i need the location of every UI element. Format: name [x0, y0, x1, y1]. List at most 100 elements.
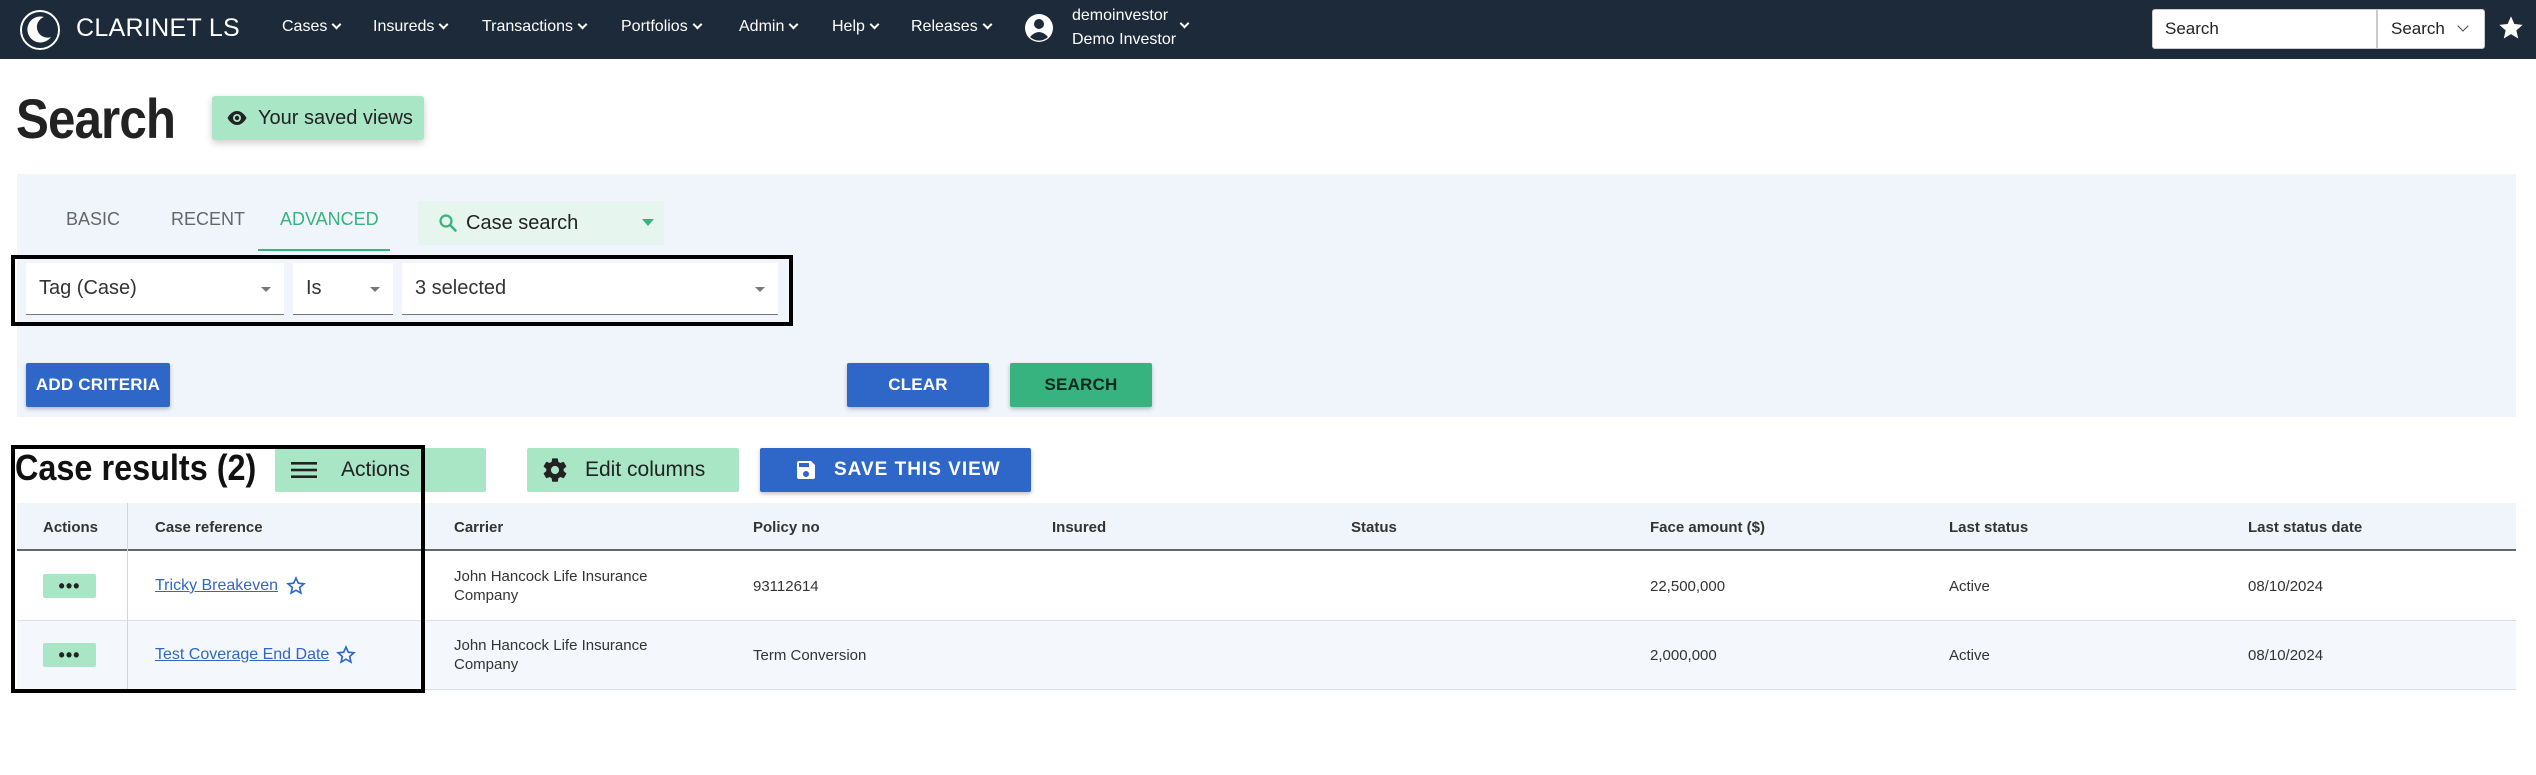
- face-amount-cell: 2,000,000: [1650, 647, 1717, 664]
- nav-menu-label: Portfolios: [621, 18, 688, 35]
- nav-menu-label: Insureds: [373, 18, 435, 35]
- brand-name[interactable]: CLARINET LS: [76, 14, 240, 43]
- carrier-line: Company: [454, 587, 519, 604]
- results-title: Case results (2): [15, 447, 257, 488]
- column-header-actions[interactable]: Actions: [43, 519, 98, 536]
- nav-menu-transactions[interactable]: Transactions: [482, 18, 588, 36]
- criteria-operator-select[interactable]: Is: [293, 263, 393, 315]
- eye-icon: [227, 111, 247, 125]
- chevron-down-icon: [869, 19, 880, 30]
- search-icon: [439, 214, 457, 232]
- add-criteria-button[interactable]: ADD CRITERIA: [26, 363, 170, 407]
- carrier-cell: John Hancock Life Insurance Company: [454, 636, 647, 674]
- nav-menu-portfolios[interactable]: Portfolios: [621, 18, 703, 36]
- saved-views-button[interactable]: Your saved views: [212, 96, 424, 140]
- chevron-down-icon[interactable]: [1179, 18, 1190, 29]
- tab-advanced[interactable]: ADVANCED: [280, 209, 379, 230]
- column-header-carrier[interactable]: Carrier: [454, 519, 503, 536]
- save-view-label: SAVE THIS VIEW: [834, 459, 1001, 480]
- saved-views-label: Your saved views: [258, 106, 413, 129]
- criteria-value-select[interactable]: 3 selected: [402, 263, 778, 315]
- nav-menu-releases[interactable]: Releases: [911, 18, 993, 36]
- column-header-last-status-date[interactable]: Last status date: [2248, 519, 2362, 536]
- user-display-name: Demo Investor: [1072, 31, 1177, 48]
- username: demoinvestor: [1072, 7, 1169, 24]
- tab-basic[interactable]: BASIC: [66, 209, 120, 230]
- page-title: Search: [16, 87, 176, 150]
- nav-menu-help[interactable]: Help: [832, 18, 880, 36]
- policy-no-cell: 93112614: [753, 578, 819, 595]
- caret-down-icon: [370, 287, 380, 292]
- nav-menu-label: Cases: [282, 18, 328, 35]
- column-divider: [127, 503, 128, 690]
- case-reference-link[interactable]: Tricky Breakeven: [155, 577, 278, 595]
- chevron-down-icon: [331, 19, 342, 30]
- save-icon: [797, 461, 815, 479]
- policy-no-cell: Term Conversion: [753, 647, 867, 664]
- global-search-button[interactable]: Search: [2377, 9, 2485, 49]
- chevron-down-icon: [2457, 20, 2469, 32]
- nav-menu-cases[interactable]: Cases: [282, 18, 342, 36]
- criteria-operator-value: Is: [306, 277, 322, 299]
- star-outline-icon[interactable]: [336, 645, 356, 665]
- column-header-insured[interactable]: Insured: [1052, 519, 1106, 536]
- face-amount-cell: 22,500,000: [1650, 578, 1726, 595]
- chevron-down-icon: [438, 19, 449, 30]
- last-status-date-cell: 08/10/2024: [2248, 578, 2324, 595]
- column-header-last-status[interactable]: Last status: [1949, 519, 2028, 536]
- chevron-down-icon: [982, 19, 993, 30]
- clear-button[interactable]: CLEAR: [847, 363, 989, 407]
- last-status-date-cell: 08/10/2024: [2248, 647, 2324, 664]
- case-reference-link[interactable]: Test Coverage End Date: [155, 646, 329, 664]
- bulk-actions-button[interactable]: Actions: [275, 448, 486, 492]
- chevron-down-icon: [577, 19, 588, 30]
- column-header-face-amount[interactable]: Face amount ($): [1650, 519, 1765, 536]
- top-navbar: CLARINET LS Cases Insureds Transactions …: [0, 0, 2536, 59]
- search-type-label: Case search: [466, 211, 579, 234]
- column-header-status[interactable]: Status: [1351, 519, 1397, 536]
- last-status-cell: Active: [1949, 647, 1990, 664]
- caret-down-icon: [755, 287, 765, 292]
- carrier-line: Company: [454, 656, 519, 673]
- criteria-field-select[interactable]: Tag (Case): [26, 263, 284, 315]
- active-tab-indicator: [258, 249, 390, 251]
- last-status-cell: Active: [1949, 578, 1990, 595]
- criteria-field-value: Tag (Case): [39, 277, 137, 299]
- edit-columns-button[interactable]: Edit columns: [527, 448, 739, 492]
- star-outline-icon[interactable]: [286, 576, 306, 596]
- nav-menu-admin[interactable]: Admin: [739, 18, 799, 36]
- row-actions-button[interactable]: •••: [43, 643, 96, 667]
- caret-down-icon: [642, 219, 654, 226]
- carrier-line: John Hancock Life Insurance: [454, 637, 648, 654]
- caret-down-icon: [261, 287, 271, 292]
- carrier-cell: John Hancock Life Insurance Company: [454, 567, 647, 605]
- row-actions-button[interactable]: •••: [43, 574, 96, 598]
- gear-icon: [543, 458, 567, 482]
- save-view-button[interactable]: SAVE THIS VIEW: [760, 448, 1031, 492]
- tab-recent[interactable]: RECENT: [171, 209, 245, 230]
- carrier-line: John Hancock Life Insurance: [454, 568, 648, 585]
- nav-menu-label: Help: [832, 18, 865, 35]
- table-row: [17, 621, 2516, 690]
- search-button-label: Search: [2391, 19, 2445, 38]
- column-header-case-reference[interactable]: Case reference: [155, 519, 263, 536]
- search-type-select[interactable]: Case search: [418, 201, 664, 245]
- search-button[interactable]: SEARCH: [1010, 363, 1152, 407]
- clarinet-logo-icon[interactable]: [18, 8, 62, 52]
- global-search-input[interactable]: [2152, 9, 2377, 49]
- nav-menu-insureds[interactable]: Insureds: [373, 18, 449, 36]
- table-header: [17, 503, 2516, 551]
- actions-label: Actions: [341, 458, 410, 481]
- user-circle-icon[interactable]: [1024, 13, 1054, 43]
- star-icon[interactable]: [2497, 14, 2525, 42]
- nav-menu-label: Transactions: [482, 18, 573, 35]
- table-row: [17, 552, 2516, 621]
- nav-menu-label: Releases: [911, 18, 978, 35]
- nav-menu-label: Admin: [739, 18, 785, 35]
- edit-columns-label: Edit columns: [585, 458, 706, 481]
- criteria-value-text: 3 selected: [415, 277, 507, 299]
- user-menu[interactable]: demoinvestor Demo Investor: [1072, 4, 1176, 52]
- chevron-down-icon: [788, 19, 799, 30]
- menu-icon: [291, 462, 317, 478]
- column-header-policy-no[interactable]: Policy no: [753, 519, 820, 536]
